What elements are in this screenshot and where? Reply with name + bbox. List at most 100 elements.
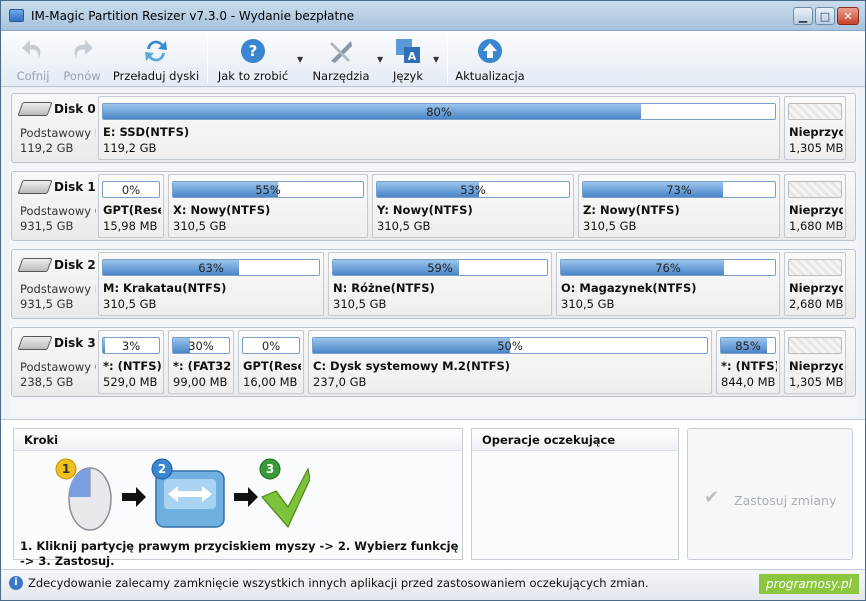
howto-label: Jak to zrobić (217, 69, 289, 83)
usage-percent: 59% (427, 261, 453, 275)
partition-label: X: Nowy(NTFS) (173, 203, 271, 217)
partition[interactable]: 0% GPT(Reserved) 15,98 MB (98, 174, 164, 238)
partition[interactable]: 53% Y: Nowy(NTFS) 310,5 GB (372, 174, 574, 238)
partition[interactable]: 85% *: (NTFS) 844,0 MB (716, 330, 780, 394)
steps-description: 1. Kliknij partycję prawym przyciskiem m… (20, 539, 459, 568)
partition[interactable]: 50% C: Dysk systemowy M.2(NTFS) 237,0 GB (308, 330, 712, 394)
partition[interactable]: 30% *: (FAT32) 99,00 MB (168, 330, 234, 394)
usage-bar: 55% (172, 181, 364, 198)
reload-disks-button[interactable]: Przeładuj dyski (111, 33, 201, 85)
disk-name: Disk 0 (54, 102, 96, 116)
partition-label: N: Różne(NTFS) (333, 281, 435, 295)
help-icon: ? (241, 39, 265, 63)
minimize-button[interactable]: ▁ (793, 7, 813, 25)
undo-icon (22, 40, 41, 59)
mouse-icon (68, 467, 112, 531)
maximize-button[interactable]: □ (815, 7, 835, 25)
usage-bar: 59% (332, 259, 548, 276)
partition-label: *: (FAT32) (173, 359, 231, 373)
usage-percent: 0% (261, 339, 281, 353)
watermark: programosy.pl (758, 574, 859, 594)
status-text: Zdecydowanie zalecamy zamknięcie wszystk… (28, 576, 649, 590)
disk-3-row[interactable]: Disk 3 Podstawowy GPT 238,5 GB 3% *: (NT… (11, 327, 856, 397)
step-1-number: 1 (62, 462, 70, 476)
partition[interactable]: 0% GPT(Reserved) 16,00 MB (238, 330, 304, 394)
usage-percent: 85% (735, 339, 761, 353)
disk-size: 931,5 GB (20, 297, 74, 311)
resize-disk-icon (155, 470, 225, 528)
partition-label: Nieprzydzielone (789, 281, 843, 295)
window-title: IM-Magic Partition Resizer v7.3.0 - Wyda… (31, 9, 355, 23)
partition[interactable]: 3% *: (NTFS) 529,0 MB (98, 330, 164, 394)
usage-percent: 3% (121, 339, 141, 353)
app-window: IM-Magic Partition Resizer v7.3.0 - Wyda… (0, 0, 866, 601)
usage-bar: 30% (172, 337, 230, 354)
unallocated-partition[interactable]: Nieprzydzielone 1,680 MB (784, 174, 846, 238)
disk-1-row[interactable]: Disk 1 Podstawowy GPT 931,5 GB 0% GPT(Re… (11, 171, 856, 241)
partition[interactable]: 80% E: SSD(NTFS) 119,2 GB (98, 96, 780, 160)
usage-bar: 73% (582, 181, 776, 198)
language-dropdown-icon[interactable]: ▼ (433, 55, 439, 64)
close-button[interactable]: ✕ (837, 7, 859, 25)
disk-0-row[interactable]: Disk 0 Podstawowy MBR 119,2 GB 80% E: SS… (11, 93, 856, 163)
partition[interactable]: 63% M: Krakatau(NTFS) 310,5 GB (98, 252, 324, 316)
usage-bar: 3% (102, 337, 160, 354)
partition-label: *: (NTFS) (103, 359, 161, 373)
step-3-number: 3 (266, 462, 274, 476)
partition-size: 310,5 GB (377, 219, 431, 233)
disk-type: Podstawowy GPT (20, 360, 96, 374)
partition-label: Nieprzydzielone (789, 359, 843, 373)
hard-drive-icon (17, 102, 53, 116)
usage-bar: 50% (312, 337, 708, 354)
steps-title: Kroki (14, 429, 462, 451)
usage-percent: 76% (655, 261, 681, 275)
unallocated-partition[interactable]: Nieprzydzielone 2,680 MB (784, 252, 846, 316)
partition-label: Z: Nowy(NTFS) (583, 203, 680, 217)
hard-drive-icon (17, 336, 53, 350)
howto-dropdown-icon[interactable]: ▼ (297, 55, 303, 64)
undo-button[interactable]: Cofnij (9, 33, 57, 85)
partition[interactable]: 55% X: Nowy(NTFS) 310,5 GB (168, 174, 368, 238)
partition-size: 119,2 GB (103, 141, 157, 155)
tools-label: Narzędzia (312, 69, 370, 83)
partition-size: 310,5 GB (333, 297, 387, 311)
partition[interactable]: 59% N: Różne(NTFS) 310,5 GB (328, 252, 552, 316)
disk-type: Podstawowy GPT (20, 204, 96, 218)
partition[interactable]: 73% Z: Nowy(NTFS) 310,5 GB (578, 174, 780, 238)
redo-button[interactable]: Ponów (57, 33, 107, 85)
tools-button[interactable]: Narzędzia ▼ (307, 33, 383, 85)
howto-button[interactable]: ? Jak to zrobić ▼ (213, 33, 303, 85)
partition-label: Nieprzydzielone (789, 203, 843, 217)
undo-label: Cofnij (16, 69, 50, 83)
partition-label: M: Krakatau(NTFS) (103, 281, 227, 295)
update-icon (478, 39, 502, 63)
disk-2-row[interactable]: Disk 2 Podstawowy MBR 931,5 GB 63% M: Kr… (11, 249, 856, 319)
update-label: Aktualizacja (455, 69, 525, 83)
partition-size: 310,5 GB (173, 219, 227, 233)
disk-info: Disk 2 Podstawowy MBR 931,5 GB (12, 250, 96, 318)
steps-illustration: 1 2 3 (55, 458, 310, 531)
usage-percent: 30% (188, 339, 214, 353)
svg-text:A: A (408, 50, 417, 63)
usage-bar: 53% (376, 181, 570, 198)
disk-type: Podstawowy MBR (20, 282, 96, 296)
hard-drive-icon (17, 258, 53, 272)
usage-percent: 53% (460, 183, 486, 197)
svg-text:?: ? (249, 42, 258, 60)
unallocated-partition[interactable]: Nieprzydzielone 1,305 MB (784, 330, 846, 394)
partition[interactable]: 76% O: Magazynek(NTFS) 310,5 GB (556, 252, 780, 316)
language-button[interactable]: A Język ▼ (385, 33, 439, 85)
usage-bar (788, 103, 842, 120)
reload-label: Przeładuj dyski (112, 69, 200, 83)
apply-changes-button[interactable]: ✔ Zastosuj zmiany (687, 428, 853, 560)
arrow-icon (234, 487, 258, 507)
unallocated-partition[interactable]: Nieprzydzielone 1,305 MB (784, 96, 846, 160)
partition-label: GPT(Reserved) (103, 203, 161, 217)
update-button[interactable]: Aktualizacja (455, 33, 525, 85)
partition-size: 2,680 MB (789, 297, 844, 311)
tools-dropdown-icon[interactable]: ▼ (377, 55, 383, 64)
partition-size: 99,00 MB (173, 375, 228, 389)
usage-bar: 63% (102, 259, 320, 276)
language-label: Język (393, 69, 423, 83)
usage-percent: 50% (497, 339, 523, 353)
